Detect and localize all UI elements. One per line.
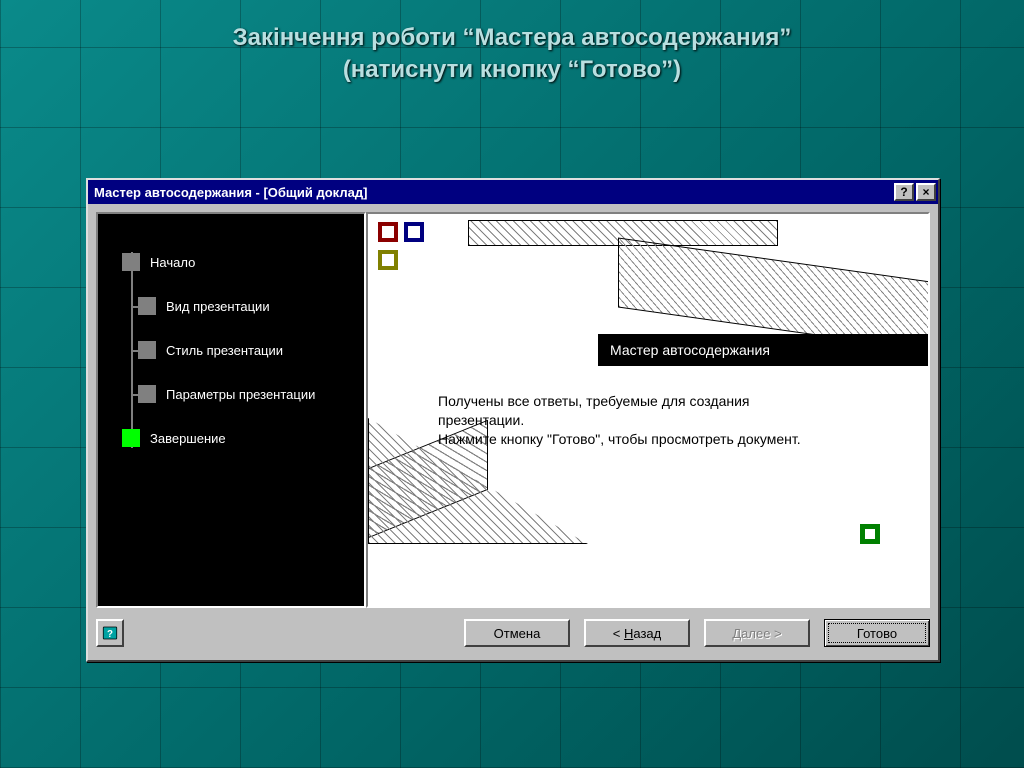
button-label: Далее >	[732, 626, 781, 641]
question-icon: ?	[900, 186, 907, 198]
wizard-flow: Начало Вид презентации Стиль презентации…	[122, 240, 350, 460]
step-node-icon	[122, 253, 140, 271]
nav-step-label: Параметры презентации	[166, 387, 315, 402]
wizard-nav-panel: Начало Вид презентации Стиль презентации…	[96, 212, 366, 608]
slide-title-line1: Закінчення роботи “Мастера автосодержани…	[0, 22, 1024, 54]
step-node-icon	[138, 297, 156, 315]
nav-step-label: Завершение	[150, 431, 226, 446]
titlebar-help-button[interactable]: ?	[894, 183, 914, 201]
nav-step-type[interactable]: Вид презентации	[122, 284, 350, 328]
decorative-square-blue-icon	[404, 222, 424, 242]
wizard-content-panel: Мастер автосодержания Получены все ответ…	[366, 212, 930, 608]
titlebar[interactable]: Мастер автосодержания - [Общий доклад] ?…	[88, 180, 938, 204]
message-line: Получены все ответы, требуемые для созда…	[438, 392, 838, 430]
nav-step-label: Стиль презентации	[166, 343, 283, 358]
decorative-square-olive-icon	[378, 250, 398, 270]
button-label: Отмена	[494, 626, 541, 641]
finish-button[interactable]: Готово	[824, 619, 930, 647]
step-node-icon	[122, 429, 140, 447]
step-node-icon	[138, 385, 156, 403]
nav-step-style[interactable]: Стиль презентации	[122, 328, 350, 372]
content-banner: Мастер автосодержания	[598, 334, 928, 366]
nav-step-start[interactable]: Начало	[122, 240, 350, 284]
help-button[interactable]: ?	[96, 619, 124, 647]
svg-text:?: ?	[107, 629, 113, 640]
close-icon: ×	[922, 186, 929, 198]
help-book-icon: ?	[101, 624, 119, 642]
back-button[interactable]: < Назад	[584, 619, 690, 647]
decorative-square-red-icon	[378, 222, 398, 242]
completion-message: Получены все ответы, требуемые для созда…	[438, 392, 838, 449]
panels: Начало Вид презентации Стиль презентации…	[96, 212, 930, 608]
button-label: < Назад	[613, 626, 661, 641]
decorative-square-green-icon	[860, 524, 880, 544]
button-label: Готово	[857, 626, 897, 641]
nav-step-label: Вид презентации	[166, 299, 270, 314]
wizard-window: Мастер автосодержания - [Общий доклад] ?…	[86, 178, 940, 662]
message-line: Нажмите кнопку "Готово", чтобы просмотре…	[438, 430, 838, 449]
nav-step-params[interactable]: Параметры презентации	[122, 372, 350, 416]
step-node-icon	[138, 341, 156, 359]
button-row: ? Отмена < Назад Далее > Готово	[96, 608, 930, 652]
nav-step-label: Начало	[150, 255, 195, 270]
nav-step-finish[interactable]: Завершение	[122, 416, 350, 460]
cancel-button[interactable]: Отмена	[464, 619, 570, 647]
next-button: Далее >	[704, 619, 810, 647]
slide-title: Закінчення роботи “Мастера автосодержани…	[0, 0, 1024, 87]
window-body: Начало Вид презентации Стиль презентации…	[88, 204, 938, 660]
slide-title-line2: (натиснути кнопку “Готово”)	[0, 54, 1024, 86]
window-title: Мастер автосодержания - [Общий доклад]	[94, 185, 367, 200]
titlebar-close-button[interactable]: ×	[916, 183, 936, 201]
